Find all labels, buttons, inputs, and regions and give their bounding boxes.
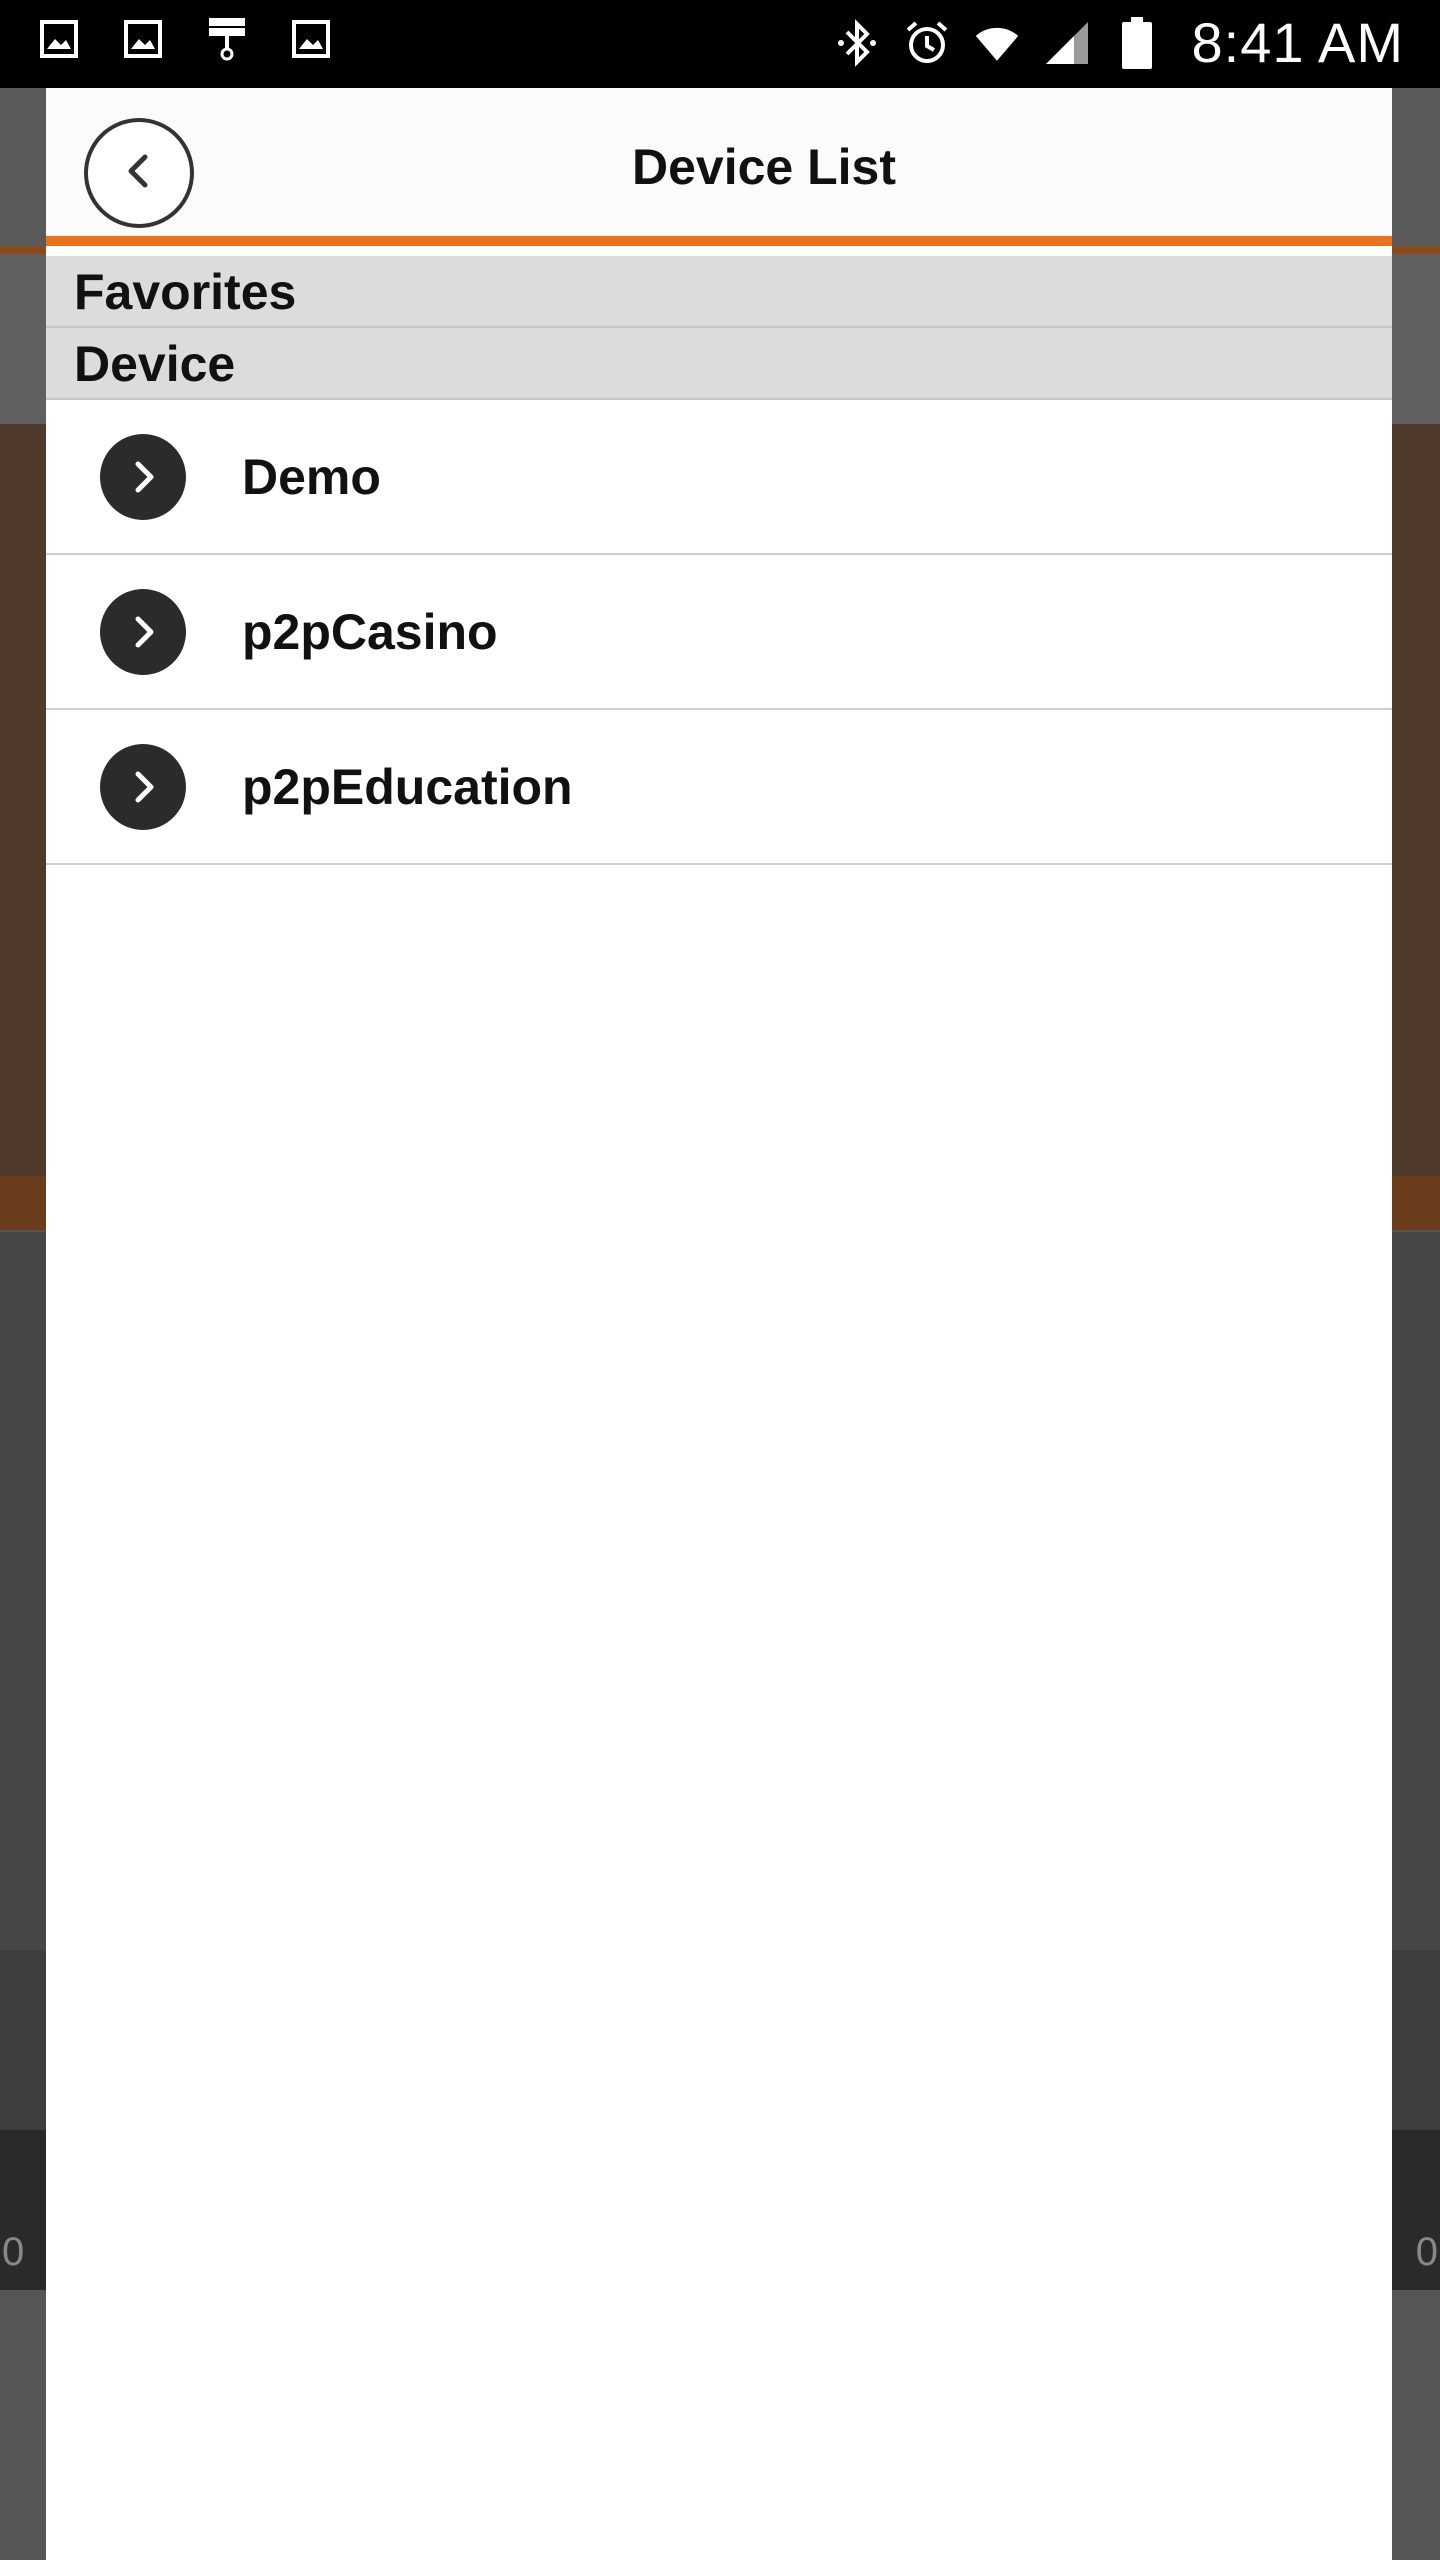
paint-roller-icon — [204, 16, 250, 62]
device-list: Demo p2pCasino p2pEducation — [46, 400, 1392, 865]
list-item[interactable]: p2pEducation — [46, 710, 1392, 865]
battery-icon — [1114, 16, 1160, 69]
back-button[interactable] — [84, 118, 194, 228]
list-item[interactable]: p2pCasino — [46, 555, 1392, 710]
wifi-icon — [974, 20, 1020, 66]
status-bar: 8:41 AM — [0, 0, 1440, 88]
device-list-drawer: Device List Favorites Device Demo p2pCas… — [46, 88, 1392, 2560]
section-header-favorites[interactable]: Favorites — [46, 256, 1392, 328]
image-icon — [120, 16, 166, 62]
background-value: 0 — [2, 2230, 25, 2274]
chevron-right-icon — [100, 434, 186, 520]
clock: 8:41 AM — [1191, 11, 1404, 74]
signal-icon — [1044, 20, 1090, 66]
section-header-device[interactable]: Device — [46, 328, 1392, 400]
system-icons: 8:41 AM — [834, 10, 1404, 75]
chevron-right-icon — [100, 589, 186, 675]
list-item[interactable]: Demo — [46, 400, 1392, 555]
bluetooth-icon — [834, 18, 880, 67]
chevron-right-icon — [100, 744, 186, 830]
device-label: p2pCasino — [242, 604, 498, 660]
image-icon — [288, 16, 334, 62]
drawer-header: Device List — [46, 88, 1392, 246]
chevron-left-icon — [119, 151, 159, 196]
image-icon — [36, 16, 82, 62]
notification-icons — [36, 16, 334, 62]
device-label: Demo — [242, 449, 381, 505]
alarm-icon — [904, 20, 950, 66]
background-value: 0 — [1415, 2230, 1438, 2274]
page-title: Device List — [631, 139, 896, 195]
device-label: p2pEducation — [242, 759, 573, 815]
